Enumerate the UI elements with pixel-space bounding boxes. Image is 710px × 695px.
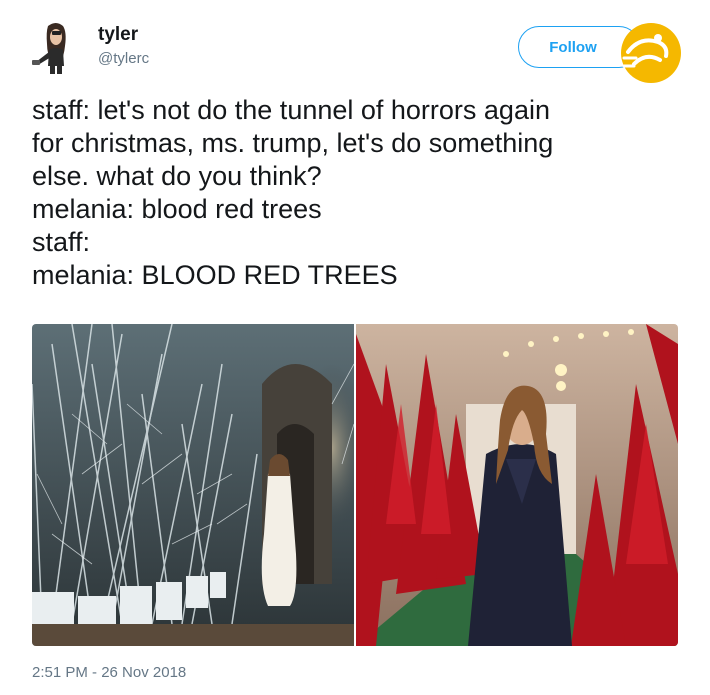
tweet-line: for christmas, ms. trump, let's do somet… xyxy=(32,128,554,158)
tweet-media[interactable] xyxy=(32,324,678,646)
tweet-timestamp[interactable]: 2:51 PM - 26 Nov 2018 xyxy=(32,664,186,681)
tweet-line: staff: let's not do the tunnel of horror… xyxy=(32,95,550,125)
photo-red-trees[interactable] xyxy=(356,324,678,646)
tweet-card: tyler @tylerc Follow staff: let's not do… xyxy=(0,0,710,695)
display-name[interactable]: tyler xyxy=(98,24,149,46)
user-handle[interactable]: @tylerc xyxy=(98,50,149,68)
cartoon-avatar-icon xyxy=(32,23,66,74)
avatar[interactable] xyxy=(30,20,82,76)
tweet-line: melania: BLOOD RED TREES xyxy=(32,260,398,290)
watermark-badge xyxy=(620,22,682,84)
photo-white-trees[interactable] xyxy=(32,324,354,646)
tweet-line: else. what do you think? xyxy=(32,161,322,191)
user-info: tyler @tylerc xyxy=(98,24,149,68)
photo-white-trees-image xyxy=(32,324,354,646)
photo-red-trees-image xyxy=(356,324,678,646)
tweet-line: melania: blood red trees xyxy=(32,194,322,224)
yellow-badge-icon xyxy=(621,23,681,83)
tweet-line: staff: xyxy=(32,227,91,257)
tweet-text: staff: let's not do the tunnel of horror… xyxy=(32,94,692,292)
